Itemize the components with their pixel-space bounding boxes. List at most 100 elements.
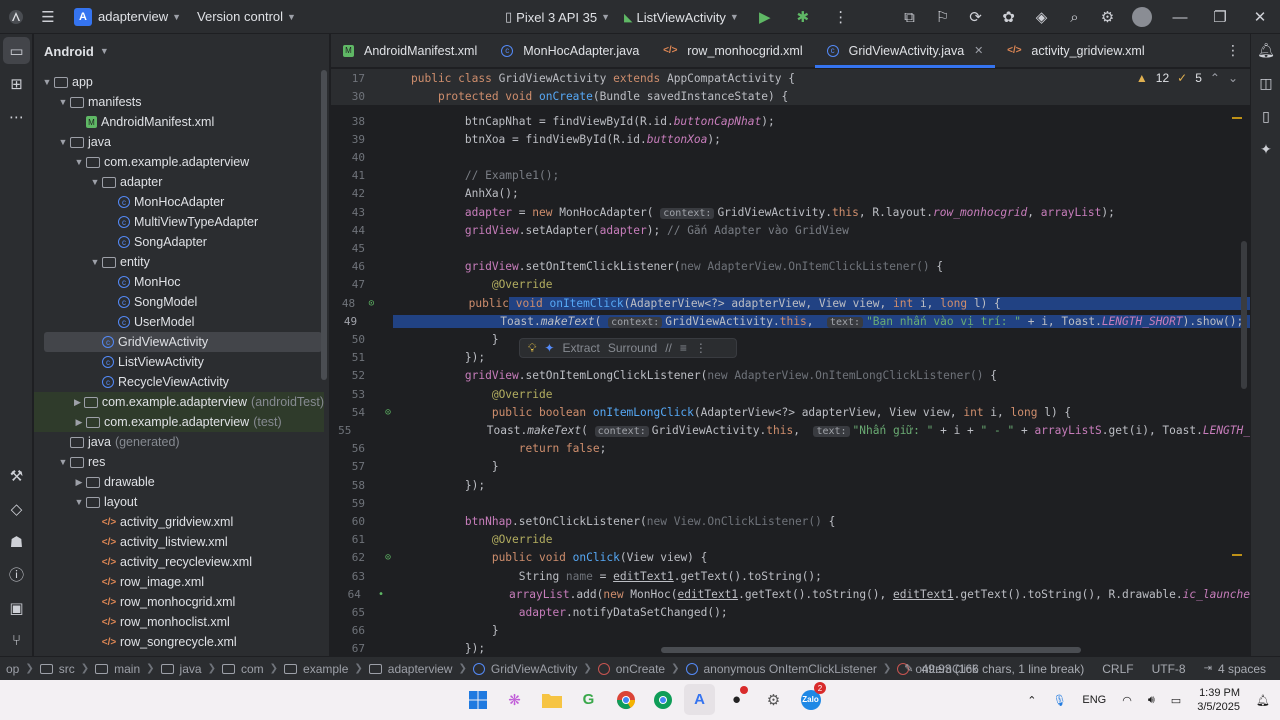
chrome-icon[interactable] xyxy=(610,684,641,715)
problems-icon[interactable]: ⓘ xyxy=(0,558,33,591)
surround-button[interactable]: Surround xyxy=(608,341,657,355)
notifications-icon[interactable]: 🔔︎ xyxy=(1251,34,1280,67)
editor-vertical-scrollbar[interactable] xyxy=(1241,241,1247,389)
ai-sparkle-icon[interactable]: ✦ xyxy=(544,341,554,355)
tree-item[interactable]: ▼ entity xyxy=(34,252,324,272)
editor-tab[interactable]: c GridViewActivity.java ✕ xyxy=(814,34,996,68)
chevron-down-icon[interactable]: ▼ xyxy=(56,457,70,467)
line-separator[interactable]: CRLF xyxy=(1102,662,1133,676)
tree-item[interactable]: ▼ com.example.adapterview xyxy=(34,152,324,172)
override-marker-icon[interactable]: ⊙ xyxy=(355,298,388,309)
debug-icon[interactable]: ✱ xyxy=(791,5,815,29)
tree-item[interactable]: </> row_image.xml xyxy=(34,572,324,592)
code-line[interactable]: 47 @Override xyxy=(331,276,1250,294)
code-line[interactable]: 59 xyxy=(331,494,1250,512)
file-explorer-icon[interactable] xyxy=(536,684,567,715)
indent-setting[interactable]: 4 spaces xyxy=(1218,662,1266,676)
tree-item[interactable]: </> activity_gridview.xml xyxy=(34,512,324,532)
chevron-up-icon[interactable]: ⌃ xyxy=(1027,694,1036,707)
more-actions-icon[interactable]: ⋮ xyxy=(829,5,853,29)
editor-tab[interactable]: M AndroidManifest.xml xyxy=(331,34,489,68)
warning-marker[interactable] xyxy=(1232,554,1242,556)
gradle-icon[interactable]: ◫ xyxy=(1251,67,1280,100)
override-marker-icon[interactable]: ⊙ xyxy=(365,407,411,418)
search-icon[interactable]: ⌕ xyxy=(1058,5,1091,29)
chevron-down-icon[interactable]: ▼ xyxy=(72,157,86,167)
chevron-down-icon[interactable]: ⌄ xyxy=(1228,71,1238,85)
code-line[interactable]: 65 adapter.notifyDataSetChanged(); xyxy=(331,603,1250,621)
warning-marker[interactable] xyxy=(1232,117,1242,119)
android-studio-taskbar-icon[interactable]: A xyxy=(684,684,715,715)
breadcrumb-item[interactable]: onCreate xyxy=(616,662,665,676)
tree-item[interactable]: c MonHoc xyxy=(34,272,324,292)
code-line[interactable]: 57 } xyxy=(331,458,1250,476)
chevron-down-icon[interactable]: ▼ xyxy=(88,257,102,267)
coccoc-browser-icon[interactable]: G xyxy=(573,684,604,715)
lightbulb-icon[interactable]: 💡︎ xyxy=(528,341,536,356)
tree-item[interactable]: java (generated) xyxy=(34,432,324,452)
logcat-icon[interactable]: ☗ xyxy=(0,525,33,558)
code-line[interactable]: 61 @Override xyxy=(331,531,1250,549)
editor-tab[interactable]: </> row_monhocgrid.xml xyxy=(651,34,814,68)
device-selector[interactable]: ▯ Pixel 3 API 35 ▼ xyxy=(505,9,610,25)
tree-item[interactable]: c SongModel xyxy=(34,292,324,312)
run-icon[interactable]: ▶ xyxy=(753,5,777,29)
code-line[interactable]: 38 btnCapNhat = findViewById(R.id.button… xyxy=(331,112,1250,130)
chevron-right-icon[interactable]: ▶ xyxy=(71,397,85,408)
sticky-code-line[interactable]: 17 public class GridViewActivity extends … xyxy=(331,69,1250,88)
code-line[interactable]: 42 AnhXa(); xyxy=(331,185,1250,203)
chevron-up-icon[interactable]: ⌃ xyxy=(1210,71,1220,85)
breadcrumb-item[interactable]: example xyxy=(303,662,348,676)
code-line[interactable]: 39 btnXoa = findViewById(R.id.buttonXoa)… xyxy=(331,130,1250,148)
breadcrumb-item[interactable]: anonymous OnItemClickListener xyxy=(704,662,877,676)
tree-item[interactable]: c MonHocAdapter xyxy=(34,192,324,212)
code-line[interactable]: 46 gridView.setOnItemClickListener(new A… xyxy=(331,258,1250,276)
chevron-down-icon[interactable]: ▼ xyxy=(72,497,86,507)
tree-item[interactable]: ▶ drawable xyxy=(34,472,324,492)
code-line[interactable]: 49 Toast.makeText( context: GridViewActiv… xyxy=(331,312,1250,330)
run-config-selector[interactable]: ◣ ListViewActivity ▼ xyxy=(624,10,739,25)
tree-item[interactable]: c MultiViewTypeAdapter xyxy=(34,212,324,232)
battery-icon[interactable]: ▭ xyxy=(1171,694,1181,707)
restore-icon[interactable]: ❐ xyxy=(1200,5,1240,29)
sync-icon[interactable]: ⟳ xyxy=(959,5,992,29)
wifi-icon[interactable]: ◠ xyxy=(1122,694,1132,707)
code-editor[interactable]: 17 public class GridViewActivity extends … xyxy=(331,69,1250,656)
more-tools-icon[interactable]: ⋯ xyxy=(0,100,33,133)
copilot-icon[interactable]: ❋ xyxy=(499,684,530,715)
tree-item[interactable]: </> row_monhoclist.xml xyxy=(34,612,324,632)
notifications-bell-icon[interactable]: 🔔︎ xyxy=(1256,694,1270,707)
project-scrollbar[interactable] xyxy=(321,70,327,380)
sticky-code-line[interactable]: 30 protected void onCreate(Bundle savedI… xyxy=(331,87,1250,106)
breadcrumb-item[interactable]: com xyxy=(241,662,264,676)
comment-icon[interactable]: // xyxy=(665,341,672,355)
tree-item[interactable]: ▼ app xyxy=(34,72,324,92)
chevron-down-icon[interactable]: ▼ xyxy=(56,97,70,107)
code-line[interactable]: 62 ⊙ public void onClick(View view) { xyxy=(331,549,1250,567)
tree-item[interactable]: </> activity_listview.xml xyxy=(34,532,324,552)
clock[interactable]: 1:39 PM 3/5/2025 xyxy=(1197,686,1240,714)
zalo-icon[interactable]: Zalo 2 xyxy=(795,682,826,715)
microphone-icon[interactable]: 🎙︎ xyxy=(1052,694,1066,707)
code-line[interactable]: 66 } xyxy=(331,622,1250,640)
gemini-icon[interactable]: ✦ xyxy=(1251,133,1280,166)
tree-item[interactable]: ▼ java xyxy=(34,132,324,152)
windows-start-icon[interactable] xyxy=(462,684,493,715)
tree-item[interactable]: ▶ com.example.adapterview (test) xyxy=(34,412,324,432)
chevron-right-icon[interactable]: ▶ xyxy=(72,417,86,428)
code-line[interactable]: 44 gridView.setAdapter(adapter); // Gắn … xyxy=(331,221,1250,239)
tree-item[interactable]: ▶ com.example.adapterview (androidTest) xyxy=(34,392,324,412)
terminal-icon[interactable]: ▣ xyxy=(0,591,33,624)
tree-item[interactable]: ▼ adapter xyxy=(34,172,324,192)
code-line[interactable]: 56 return false; xyxy=(331,440,1250,458)
code-line[interactable]: 45 xyxy=(331,239,1250,257)
more-tabs-icon[interactable]: ⋮ xyxy=(1226,42,1240,59)
close-icon[interactable]: ✕ xyxy=(1240,5,1280,29)
project-view-selector[interactable]: Android ▼ xyxy=(34,34,329,68)
version-control-menu[interactable]: Version control ▼ xyxy=(197,9,296,24)
project-selector[interactable]: A adapterview ▼ xyxy=(74,7,181,26)
inspection-widget[interactable]: ▲ 12 ✓ 5 ⌃ ⌄ xyxy=(1136,71,1238,85)
build-icon[interactable]: ⚒ xyxy=(0,459,33,492)
file-encoding[interactable]: UTF-8 xyxy=(1152,662,1186,676)
resource-manager-icon[interactable]: ⊞ xyxy=(0,67,33,100)
